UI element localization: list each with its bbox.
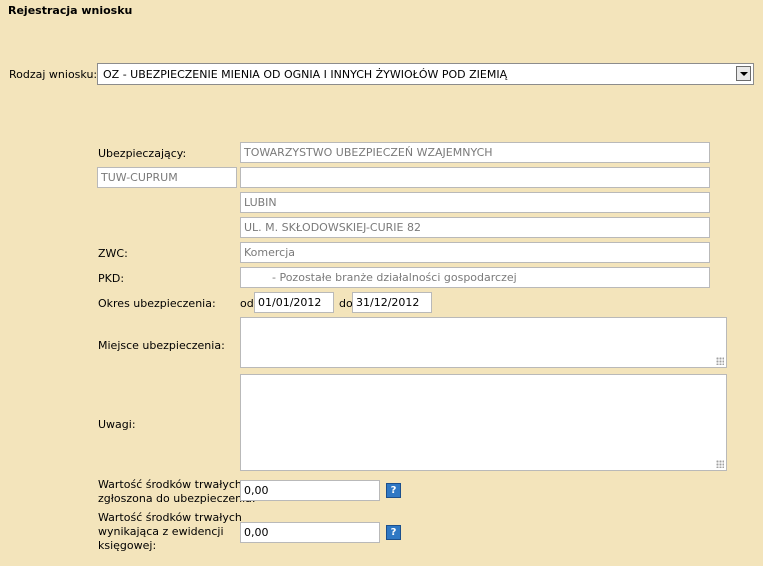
rodzaj-select[interactable]: OZ - UBEZPIECZENIE MIENIA OD OGNIA I INN… bbox=[97, 63, 754, 85]
miejsce-label: Miejsce ubezpieczenia: bbox=[98, 339, 225, 352]
wartosc-zgloszona-label-line2: zgłoszona do ubezpieczenia: bbox=[98, 492, 256, 505]
pkd-field[interactable]: - Pozostałe branże działalności gospodar… bbox=[240, 267, 710, 288]
wartosc-ewidencja-label: Wartość środków trwałych wynikająca z ew… bbox=[98, 511, 242, 553]
chevron-down-icon bbox=[740, 72, 748, 76]
wartosc-ewidencja-label-line3: księgowej: bbox=[98, 539, 157, 552]
od-label: od bbox=[240, 297, 254, 310]
ubezpieczajacy-label: Ubezpieczający: bbox=[98, 147, 187, 160]
ubezpieczajacy-street-field[interactable]: UL. M. SKŁODOWSKIEJ-CURIE 82 bbox=[240, 217, 710, 238]
zwc-label: ZWC: bbox=[98, 247, 128, 260]
uwagi-textarea[interactable] bbox=[240, 374, 727, 471]
resize-grip-icon[interactable] bbox=[716, 460, 724, 468]
wartosc-ewidencja-label-line2: wynikająca z ewidencji bbox=[98, 525, 224, 538]
ubezpieczajacy-line2-field[interactable] bbox=[240, 167, 710, 188]
resize-grip-icon[interactable] bbox=[716, 357, 724, 365]
date-to-input[interactable]: 31/12/2012 bbox=[352, 292, 432, 313]
rodzaj-select-value: OZ - UBEZPIECZENIE MIENIA OD OGNIA I INN… bbox=[103, 68, 508, 81]
ubezpieczajacy-name-field[interactable]: TOWARZYSTWO UBEZPIECZEŃ WZAJEMNYCH bbox=[240, 142, 710, 163]
help-icon[interactable]: ? bbox=[386, 525, 401, 540]
zwc-field[interactable]: Komercja bbox=[240, 242, 710, 263]
wartosc-ewidencja-input[interactable]: 0,00 bbox=[240, 522, 380, 543]
rodzaj-label: Rodzaj wniosku: bbox=[9, 68, 98, 81]
ubezpieczajacy-city-field[interactable]: LUBIN bbox=[240, 192, 710, 213]
page-title: Rejestracja wniosku bbox=[8, 4, 133, 17]
date-from-input[interactable]: 01/01/2012 bbox=[254, 292, 334, 313]
ubezpieczajacy-short-field[interactable]: TUW-CUPRUM bbox=[97, 167, 237, 188]
wartosc-zgloszona-label-line1: Wartość środków trwałych bbox=[98, 478, 242, 491]
wartosc-ewidencja-label-line1: Wartość środków trwałych bbox=[98, 511, 242, 524]
help-icon[interactable]: ? bbox=[386, 483, 401, 498]
pkd-label: PKD: bbox=[98, 272, 125, 285]
miejsce-textarea[interactable] bbox=[240, 317, 727, 368]
wartosc-zgloszona-input[interactable]: 0,00 bbox=[240, 480, 380, 501]
okres-label: Okres ubezpieczenia: bbox=[98, 297, 216, 310]
wartosc-zgloszona-label: Wartość środków trwałych zgłoszona do ub… bbox=[98, 478, 256, 506]
dropdown-button[interactable] bbox=[736, 66, 751, 81]
do-label: do bbox=[339, 297, 353, 310]
uwagi-label: Uwagi: bbox=[98, 418, 136, 431]
